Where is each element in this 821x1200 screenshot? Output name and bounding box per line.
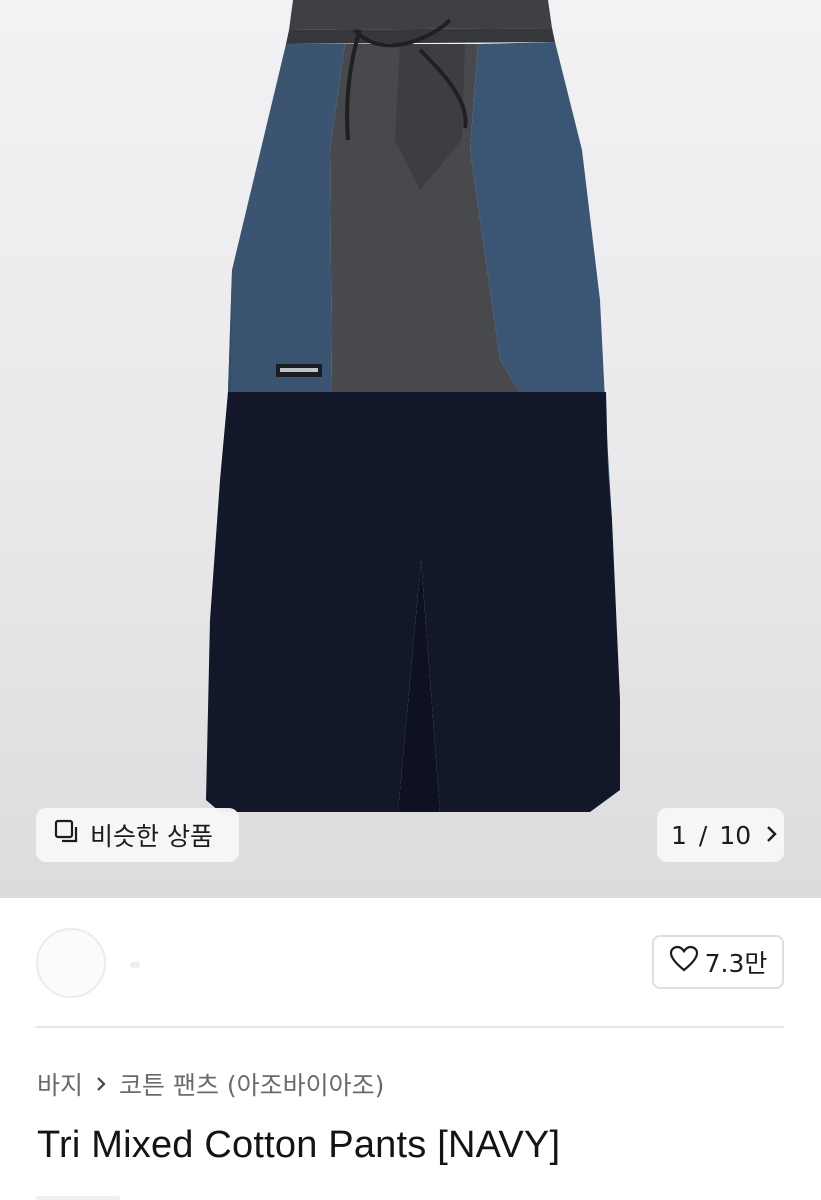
similar-products-button[interactable]: 비슷한 상품 <box>36 808 239 862</box>
breadcrumb-category[interactable]: 바지 <box>37 1066 83 1102</box>
image-current-index: 1 <box>671 820 687 850</box>
bottom-edge-element <box>36 1196 120 1200</box>
breadcrumb-subcategory[interactable]: 코튼 팬츠 (아조바이아조) <box>119 1066 384 1102</box>
heart-outline-icon <box>669 945 699 979</box>
like-count: 7.3만 <box>704 949 768 978</box>
seller-avatar[interactable] <box>36 928 106 998</box>
seller-row: 7.3만 <box>0 898 821 1028</box>
section-divider <box>36 1026 784 1028</box>
image-counter-button[interactable]: 1 / 10 <box>657 808 784 862</box>
seller-name-placeholder <box>130 962 140 968</box>
like-button[interactable]: 7.3만 <box>652 935 784 989</box>
similar-products-label: 비슷한 상품 <box>90 822 213 851</box>
product-image-gallery[interactable]: 비슷한 상품 1 / 10 <box>0 0 821 898</box>
product-title: Tri Mixed Cotton Pants [NAVY] <box>37 1124 561 1166</box>
product-photo <box>206 0 620 812</box>
copy-squares-icon <box>54 819 80 851</box>
breadcrumb: 바지 코튼 팬츠 (아조바이아조) <box>37 1066 384 1102</box>
chevron-right-icon <box>95 1070 107 1099</box>
image-total-count: 10 <box>719 820 752 850</box>
image-counter-separator: / <box>698 820 708 850</box>
chevron-right-icon <box>765 821 779 850</box>
